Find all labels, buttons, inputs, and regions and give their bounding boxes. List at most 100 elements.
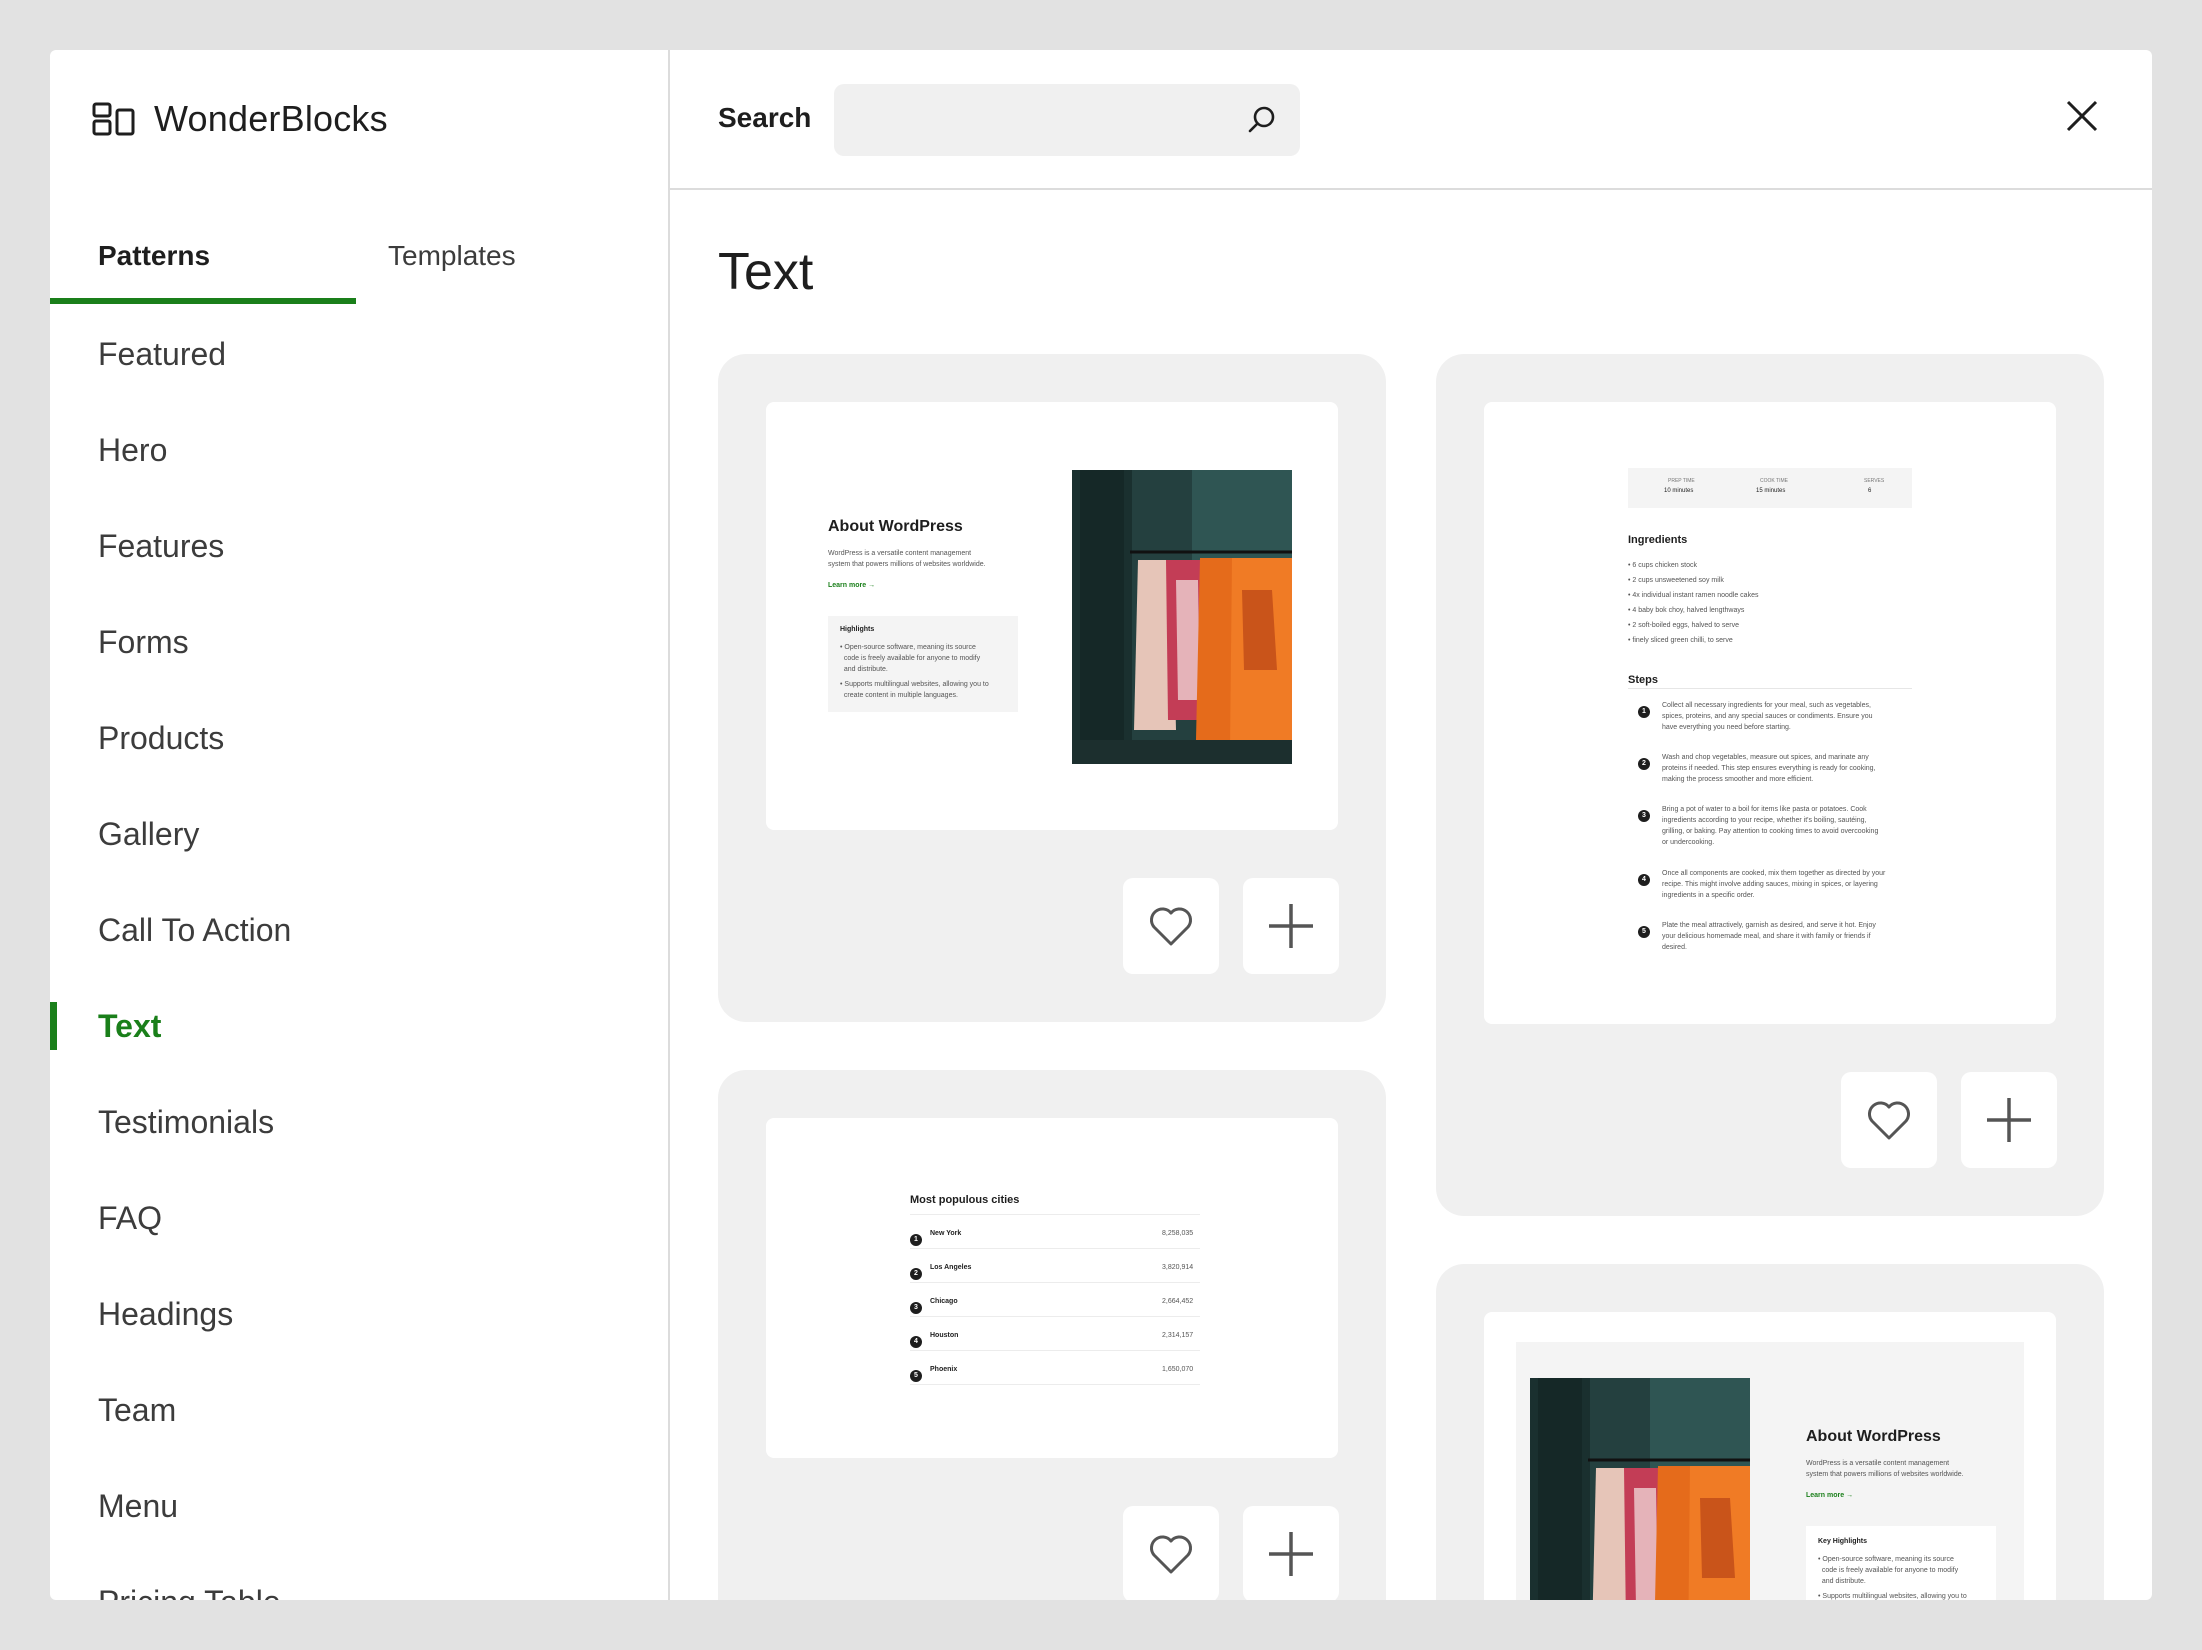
clothing-rack-image bbox=[1530, 1378, 1750, 1600]
row-number: 5 bbox=[910, 1364, 922, 1382]
step-text: Plate the meal attractively, garnish as … bbox=[1662, 922, 1876, 929]
divider bbox=[910, 1316, 1200, 1317]
close-icon[interactable] bbox=[2062, 96, 2102, 136]
city-population: 2,314,157 bbox=[1162, 1332, 1194, 1339]
step-text: spices, proteins, and any special sauces… bbox=[1662, 713, 1873, 720]
step-text: have everything you need before starting… bbox=[1662, 724, 1791, 731]
main-panel: Search Text About WordPress WordPress is… bbox=[670, 50, 2152, 1600]
preview-bullet: • Open-source software, meaning its sour… bbox=[1818, 1556, 1954, 1563]
stat-value: 6 bbox=[1868, 488, 1872, 494]
ingredient-item: • 4 baby bok choy, halved lengthways bbox=[1628, 607, 1745, 614]
preview-desc: WordPress is a versatile content managem… bbox=[1806, 1460, 1950, 1467]
divider bbox=[910, 1282, 1200, 1283]
step-text: Wash and chop vegetables, measure out sp… bbox=[1662, 754, 1869, 761]
category-forms[interactable]: Forms bbox=[50, 594, 668, 690]
category-headings[interactable]: Headings bbox=[50, 1266, 668, 1362]
plus-icon bbox=[1987, 1098, 2031, 1142]
category-features[interactable]: Features bbox=[50, 498, 668, 594]
city-population: 8,258,035 bbox=[1162, 1230, 1194, 1237]
pattern-library-modal: WonderBlocks Patterns Templates Featured… bbox=[50, 50, 2152, 1600]
preview-title: About WordPress bbox=[828, 518, 963, 535]
sidebar: WonderBlocks Patterns Templates Featured… bbox=[50, 50, 670, 1600]
category-testimonials[interactable]: Testimonials bbox=[50, 1074, 668, 1170]
card-actions bbox=[1123, 1506, 1339, 1600]
preview-desc: system that powers millions of websites … bbox=[1806, 1471, 1964, 1478]
stat-label: PREP TIME bbox=[1668, 478, 1695, 484]
preview-bullet: create content in multiple languages. bbox=[840, 692, 958, 699]
step-number: 3 bbox=[1638, 804, 1650, 822]
heart-icon bbox=[1150, 1535, 1192, 1574]
pattern-preview[interactable]: About WordPress WordPress is a versatile… bbox=[766, 402, 1338, 830]
brand: WonderBlocks bbox=[92, 98, 388, 140]
category-featured[interactable]: Featured bbox=[50, 306, 668, 402]
category-faq[interactable]: FAQ bbox=[50, 1170, 668, 1266]
recipe-stats-bar: PREP TIME 10 minutes COOK TIME 15 minute… bbox=[1628, 468, 1912, 508]
favorite-button[interactable] bbox=[1123, 878, 1219, 974]
category-hero[interactable]: Hero bbox=[50, 402, 668, 498]
pattern-preview[interactable]: PREP TIME 10 minutes COOK TIME 15 minute… bbox=[1484, 402, 2056, 1024]
pattern-card-about-alt: About WordPress WordPress is a versatile… bbox=[1436, 1264, 2104, 1600]
add-pattern-button[interactable] bbox=[1243, 1506, 1339, 1600]
plus-icon bbox=[1269, 1532, 1313, 1576]
divider bbox=[910, 1350, 1200, 1351]
step-text: desired. bbox=[1662, 944, 1687, 951]
category-call-to-action[interactable]: Call To Action bbox=[50, 882, 668, 978]
row-number: 3 bbox=[910, 1296, 922, 1314]
favorite-button[interactable] bbox=[1841, 1072, 1937, 1168]
tab-patterns[interactable]: Patterns bbox=[98, 186, 210, 306]
category-gallery[interactable]: Gallery bbox=[50, 786, 668, 882]
stat-label: COOK TIME bbox=[1760, 478, 1788, 484]
city-name: Chicago bbox=[930, 1298, 958, 1305]
add-pattern-button[interactable] bbox=[1243, 878, 1339, 974]
step-text: ingredients according to your recipe, wh… bbox=[1662, 817, 1867, 824]
heart-icon bbox=[1868, 1101, 1910, 1140]
preview-link: Learn more → bbox=[1806, 1492, 1854, 1499]
step-number: 1 bbox=[1638, 700, 1650, 718]
category-list: Featured Hero Features Forms Products Ga… bbox=[50, 306, 668, 1600]
row-number: 2 bbox=[910, 1262, 922, 1280]
step-text: ingredients in a specific order. bbox=[1662, 892, 1755, 899]
ingredient-item: • 2 soft-boiled eggs, halved to serve bbox=[1628, 622, 1740, 629]
stat-value: 15 minutes bbox=[1756, 488, 1786, 494]
category-team[interactable]: Team bbox=[50, 1362, 668, 1458]
preview-bullet: • Open-source software, meaning its sour… bbox=[840, 644, 976, 651]
city-population: 2,664,452 bbox=[1162, 1298, 1194, 1305]
step-text: grilling, or baking. Pay attention to co… bbox=[1662, 828, 1879, 835]
preview-bullet: and distribute. bbox=[1818, 1578, 1866, 1585]
step-number: 4 bbox=[1638, 868, 1650, 886]
add-pattern-button[interactable] bbox=[1961, 1072, 2057, 1168]
tab-templates[interactable]: Templates bbox=[388, 186, 516, 306]
pattern-preview[interactable]: Most populous cities 1 New York 8,258,03… bbox=[766, 1118, 1338, 1458]
favorite-button[interactable] bbox=[1123, 1506, 1219, 1600]
city-name: Phoenix bbox=[930, 1366, 958, 1373]
row-number: 4 bbox=[910, 1330, 922, 1348]
clothing-rack-image bbox=[1072, 470, 1292, 764]
pattern-card-cities: Most populous cities 1 New York 8,258,03… bbox=[718, 1070, 1386, 1600]
step-text: Once all components are cooked, mix them… bbox=[1662, 870, 1886, 877]
city-population: 3,820,914 bbox=[1162, 1264, 1194, 1271]
category-pricing-table[interactable]: Pricing Table bbox=[50, 1554, 668, 1601]
divider bbox=[1628, 688, 1912, 689]
search-input[interactable] bbox=[834, 84, 1300, 156]
divider bbox=[910, 1248, 1200, 1249]
step-number: 2 bbox=[1638, 752, 1650, 770]
ingredient-item: • 2 cups unsweetened soy milk bbox=[1628, 577, 1724, 584]
app-name: WonderBlocks bbox=[154, 98, 388, 139]
card-actions bbox=[1123, 878, 1339, 974]
category-text[interactable]: Text bbox=[50, 978, 668, 1074]
category-menu[interactable]: Menu bbox=[50, 1458, 668, 1554]
preview-highlights-box: Highlights • Open-source software, meani… bbox=[828, 616, 1018, 712]
search-icon[interactable] bbox=[1246, 104, 1278, 136]
ingredient-item: • finely sliced green chilli, to serve bbox=[1628, 637, 1733, 644]
preview-bullet: code is freely available for anyone to m… bbox=[1818, 1567, 1959, 1574]
preview-bullet: • Supports multilingual websites, allowi… bbox=[840, 681, 989, 688]
layout-blocks-icon bbox=[92, 102, 135, 136]
pattern-preview[interactable]: About WordPress WordPress is a versatile… bbox=[1484, 1312, 2056, 1600]
step-text: Collect all necessary ingredients for yo… bbox=[1662, 702, 1871, 709]
steps-title: Steps bbox=[1628, 674, 1658, 686]
pattern-card-recipe: PREP TIME 10 minutes COOK TIME 15 minute… bbox=[1436, 354, 2104, 1216]
step-number: 5 bbox=[1638, 920, 1650, 938]
category-products[interactable]: Products bbox=[50, 690, 668, 786]
step-text: proteins if needed. This step ensures ev… bbox=[1662, 765, 1876, 772]
tab-bar: Patterns Templates bbox=[50, 186, 670, 306]
